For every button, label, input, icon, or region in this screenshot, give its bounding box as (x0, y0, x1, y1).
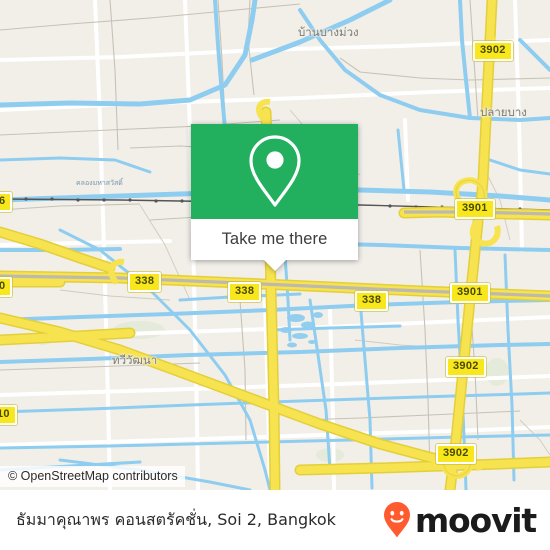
route-shield-3901-lower[interactable]: 3901 (450, 283, 490, 303)
popup-image-area (191, 124, 358, 219)
route-shield-3902-mid[interactable]: 3902 (446, 357, 486, 377)
route-shield-edge-6[interactable]: 6 (0, 192, 13, 212)
route-shield-3902-south[interactable]: 3902 (436, 444, 476, 464)
place-label-thawi-watthana: ทวีวัฒนา (112, 353, 158, 367)
footer-bar: ธัมมาคุณาพร คอนสตรัคชั่น, Soi 2, Bangkok… (0, 490, 550, 550)
location-popup-card[interactable]: Take me there (191, 124, 358, 271)
route-shield-3901-upper[interactable]: 3901 (455, 199, 495, 219)
place-label-khlong-maha-sawat: คลองมหาสวัสดิ์ (76, 179, 123, 187)
route-shield-338-center[interactable]: 338 (228, 282, 262, 302)
map-page: .water { stroke:#8ecdf0; fill:none; stro… (0, 0, 550, 550)
map-canvas[interactable]: .water { stroke:#8ecdf0; fill:none; stro… (0, 0, 550, 490)
moovit-logo[interactable]: moovit (382, 500, 537, 540)
route-shield-338-west[interactable]: 338 (128, 272, 162, 292)
moovit-wordmark: moovit (414, 500, 537, 540)
route-shield-3902-north[interactable]: 3902 (473, 41, 513, 61)
route-shield-edge-10[interactable]: 10 (0, 405, 17, 425)
location-pin-icon (248, 134, 301, 207)
popup-tail (263, 260, 286, 271)
route-shield-edge-0[interactable]: 0 (0, 277, 13, 297)
location-title: ธัมมาคุณาพร คอนสตรัคชั่น, Soi 2, Bangkok (16, 509, 336, 529)
take-me-there-label: Take me there (221, 230, 328, 248)
popup-action-area[interactable]: Take me there (191, 219, 358, 271)
place-label-plai-bang: ปลายบาง (480, 105, 527, 119)
moovit-pin-smiley-icon (383, 502, 410, 538)
place-label-ban-bang-muang: บ้านบางม่วง (298, 25, 359, 39)
route-shield-338-east[interactable]: 338 (355, 291, 389, 311)
osm-attribution[interactable]: © OpenStreetMap contributors (0, 466, 185, 487)
